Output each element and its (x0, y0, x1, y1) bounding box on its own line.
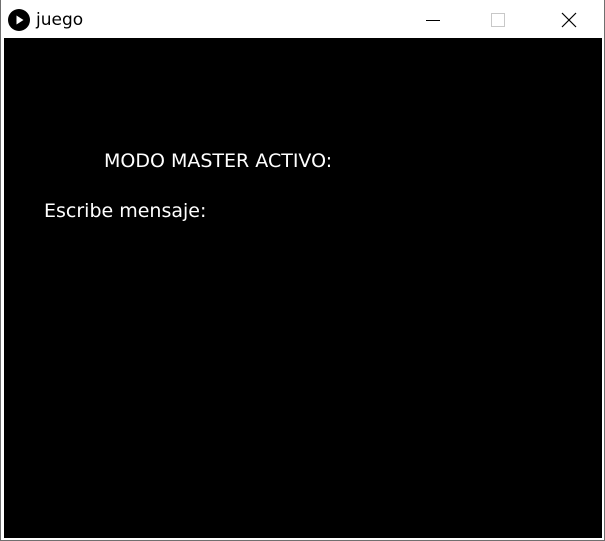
app-icon (8, 9, 30, 31)
mode-status-text: MODO MASTER ACTIVO: (104, 150, 333, 172)
window-title: juego (36, 10, 84, 30)
message-prompt-text: Escribe mensaje: (44, 200, 207, 222)
close-button[interactable] (546, 0, 592, 38)
title-bar[interactable]: juego (1, 0, 604, 38)
close-icon (561, 12, 577, 28)
app-window: juego MODO MASTER ACTIVO: Escribe mensaj… (0, 0, 605, 541)
maximize-button[interactable] (475, 0, 521, 38)
maximize-icon (491, 13, 505, 27)
minimize-icon (426, 20, 440, 21)
minimize-button[interactable] (410, 0, 456, 38)
game-canvas[interactable]: MODO MASTER ACTIVO: Escribe mensaje: (4, 38, 602, 538)
